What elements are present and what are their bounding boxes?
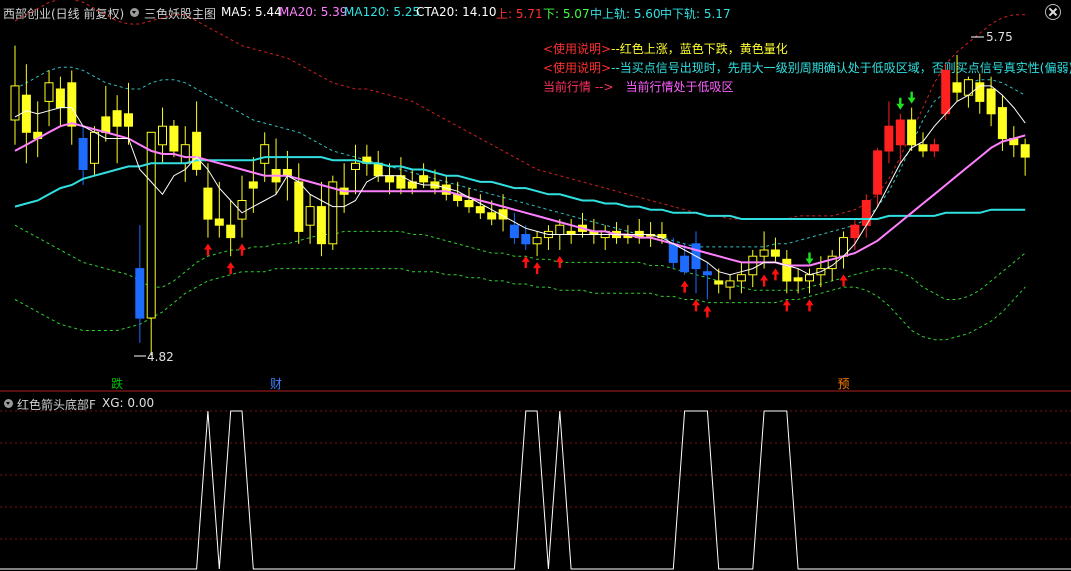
candle-body xyxy=(44,82,54,102)
candle-body xyxy=(90,131,99,164)
high-price-label: 5.75 xyxy=(986,30,1013,44)
marker-label: 预 xyxy=(838,377,850,391)
candle-body xyxy=(146,131,156,319)
lower-band-line xyxy=(14,268,1026,341)
buy-arrow xyxy=(555,255,564,268)
marker-label: 财 xyxy=(270,377,282,391)
candle-body xyxy=(21,94,31,133)
candle-body xyxy=(124,113,133,127)
candle-body xyxy=(680,255,690,273)
candle-body xyxy=(112,110,122,127)
buy-arrow xyxy=(692,299,700,312)
candle-body xyxy=(770,249,780,257)
sell-arrow xyxy=(896,97,905,110)
sub-indicator-name[interactable]: 红色箭头底部F xyxy=(17,396,96,413)
candle-body xyxy=(135,268,145,319)
candle-body xyxy=(941,69,951,115)
sub-chart-header: 红色箭头底部F XG: 0.00 xyxy=(0,393,1071,413)
xg-signal-line xyxy=(0,410,1071,570)
candle-body xyxy=(294,181,304,232)
candle-body xyxy=(555,224,565,235)
candle-body xyxy=(158,125,167,146)
candle-body xyxy=(316,206,326,245)
candle-body xyxy=(248,181,258,189)
candle-body xyxy=(192,131,202,170)
candle-body xyxy=(986,88,996,115)
candle-body xyxy=(793,277,803,282)
candle-body xyxy=(861,200,871,226)
candle-body xyxy=(521,234,531,245)
candle-body xyxy=(952,82,962,93)
candle-body xyxy=(759,249,769,257)
candle-body xyxy=(918,144,928,152)
candle-body xyxy=(180,144,190,164)
candle-body xyxy=(850,224,860,239)
buy-arrow xyxy=(839,274,848,287)
candle-body xyxy=(78,138,88,170)
candle-body xyxy=(67,82,77,127)
candle-body xyxy=(884,125,894,152)
candle-body xyxy=(419,175,429,183)
candle-body xyxy=(385,175,395,183)
low-price-label: 4.82 xyxy=(147,350,174,364)
sell-arrow xyxy=(805,252,814,265)
buy-arrow xyxy=(521,255,530,268)
candle-body xyxy=(169,125,179,152)
buy-arrow xyxy=(533,262,542,275)
candle-body xyxy=(873,150,883,195)
sub-indicator-value: XG: 0.00 xyxy=(102,396,155,410)
buy-arrow xyxy=(760,274,769,287)
buy-arrow xyxy=(703,305,712,318)
candle-body xyxy=(101,116,111,133)
buy-arrow xyxy=(771,268,780,281)
candle-body xyxy=(736,274,746,282)
candle-body xyxy=(509,224,519,239)
sub-indicator-menu-icon[interactable] xyxy=(4,399,13,408)
candle-body xyxy=(1020,144,1030,158)
candle-body xyxy=(351,162,360,171)
candle-body xyxy=(895,119,905,146)
candle-body xyxy=(305,206,315,226)
buy-arrow xyxy=(805,299,814,312)
candlestick-chart[interactable]: 5.75 4.82 跌 财 预 xyxy=(0,0,1071,393)
buy-arrow xyxy=(680,280,689,293)
candle-body xyxy=(260,144,270,164)
candle-body xyxy=(475,206,485,214)
buy-arrow xyxy=(238,243,246,256)
candle-body xyxy=(203,187,213,220)
candle-body xyxy=(805,274,814,282)
candle-body xyxy=(782,258,792,282)
candle-body xyxy=(929,144,939,152)
candle-body xyxy=(464,200,474,208)
buy-arrow xyxy=(226,262,235,275)
buy-arrow xyxy=(782,299,791,312)
candle-body xyxy=(532,237,542,245)
candle-body xyxy=(907,119,917,146)
mid-lower-band-line xyxy=(14,224,1026,300)
candle-body xyxy=(55,88,65,109)
candle-body xyxy=(714,280,724,285)
marker-label: 跌 xyxy=(111,376,123,391)
candle-body xyxy=(725,280,735,288)
candle-body xyxy=(702,271,712,276)
candle-body xyxy=(668,243,678,263)
candle-body xyxy=(997,107,1007,140)
candle-body xyxy=(226,224,236,239)
buy-arrow xyxy=(203,243,212,256)
candle-body xyxy=(487,212,497,220)
candle-body xyxy=(214,218,224,226)
sell-arrow xyxy=(907,91,916,104)
candle-body xyxy=(328,181,338,245)
candle-body xyxy=(748,255,758,276)
candle-body xyxy=(373,162,383,177)
